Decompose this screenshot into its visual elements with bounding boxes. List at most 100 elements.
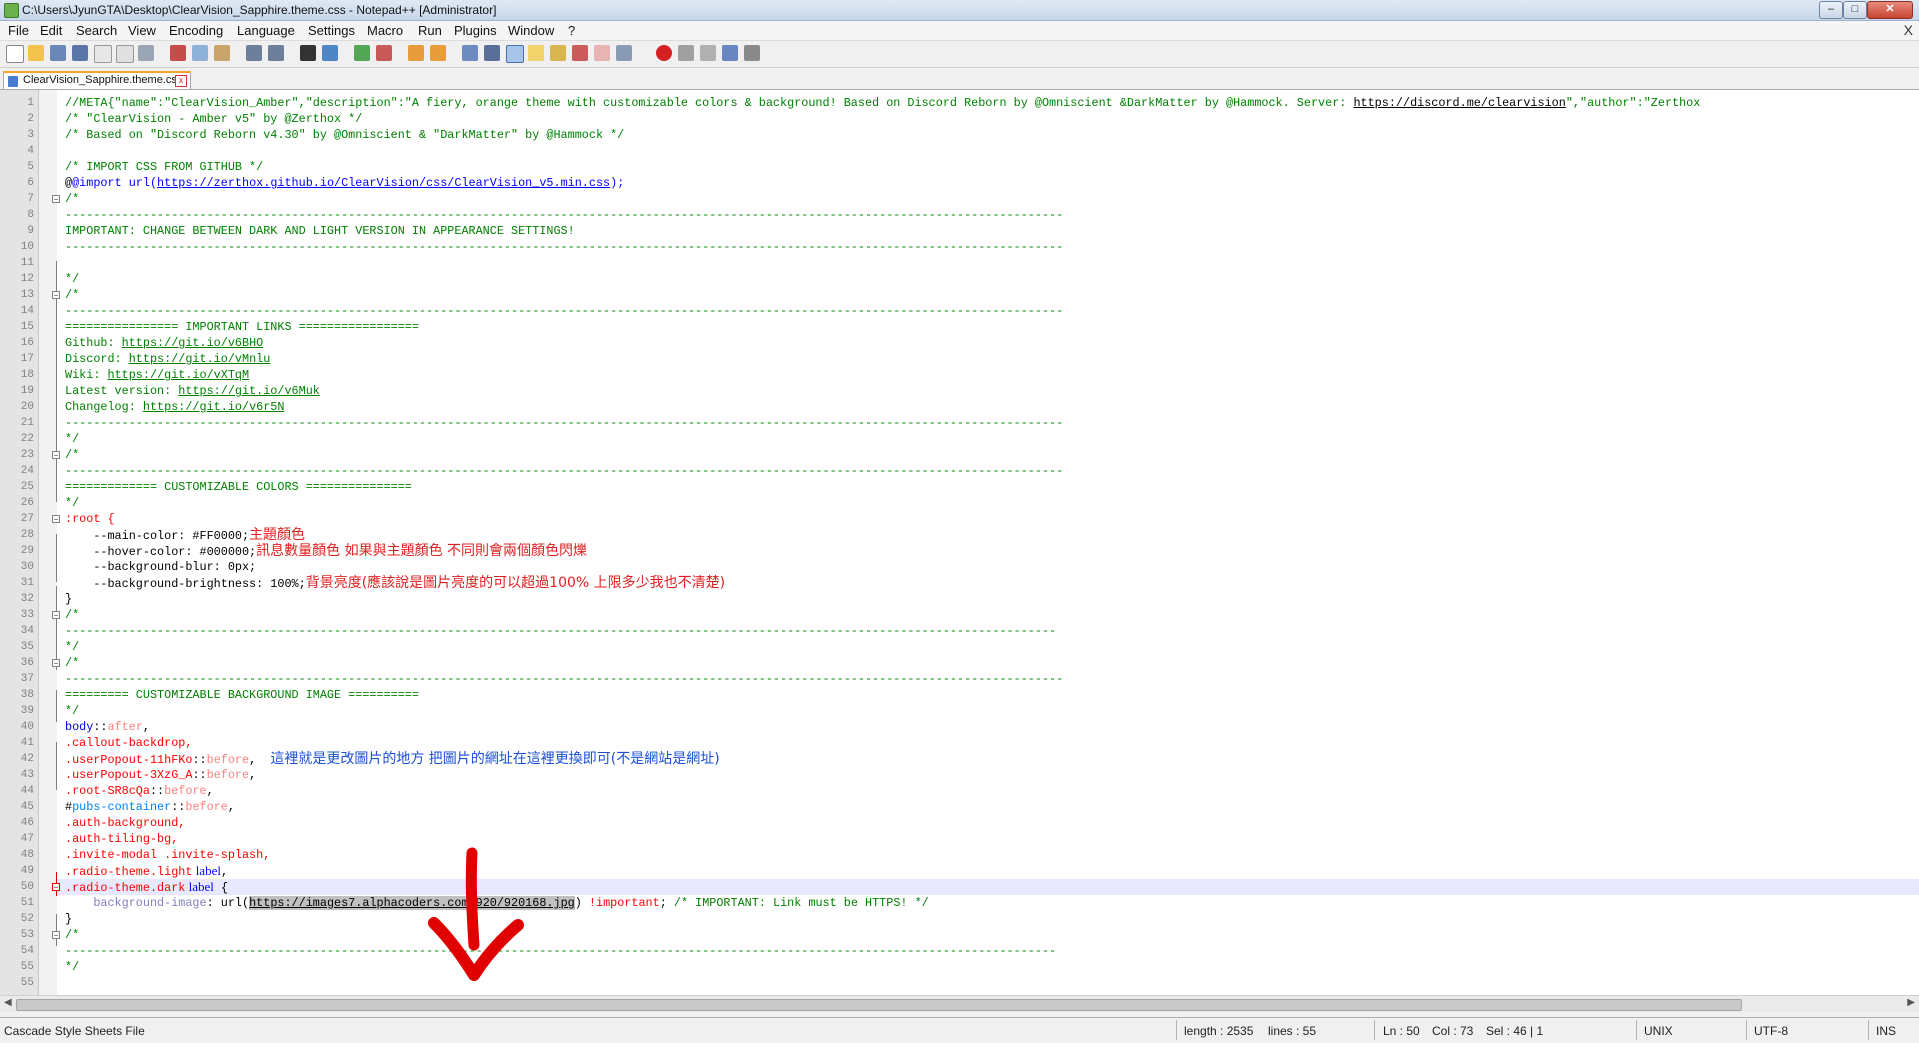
menu-encoding[interactable]: Encoding bbox=[169, 23, 223, 38]
code-line: /* bbox=[65, 288, 80, 302]
code-line: --background-brightness: 100%;背景亮度(應該說是圖… bbox=[65, 575, 725, 592]
indent-guide-icon[interactable] bbox=[506, 45, 524, 63]
udl-icon[interactable] bbox=[528, 45, 544, 61]
fold-toggle-icon[interactable]: − bbox=[52, 451, 60, 460]
all-chars-icon[interactable] bbox=[484, 45, 500, 61]
code-line: } bbox=[65, 912, 73, 926]
copy-icon[interactable] bbox=[192, 45, 208, 61]
paste-icon[interactable] bbox=[214, 45, 230, 61]
code-line: :root { bbox=[65, 512, 115, 526]
code-line: --main-color: #FF0000;主題顏色 bbox=[65, 527, 305, 544]
close-all-icon[interactable] bbox=[116, 45, 134, 63]
monitor-icon[interactable] bbox=[616, 45, 632, 61]
code-link[interactable]: https://git.io/v6r5N bbox=[143, 400, 285, 414]
menu-help[interactable]: ? bbox=[568, 23, 575, 38]
line-number: 20 bbox=[20, 401, 34, 413]
menu-macro[interactable]: Macro bbox=[367, 23, 403, 38]
window-close-button[interactable]: ✕ bbox=[1867, 1, 1913, 19]
fold-toggle-icon[interactable]: − bbox=[52, 883, 60, 892]
fold-toggle-icon[interactable]: − bbox=[52, 659, 60, 668]
code-link[interactable]: https://git.io/v6Muk bbox=[178, 384, 320, 398]
zoom-out-icon[interactable] bbox=[376, 45, 392, 61]
code-line: /* Based on "Discord Reborn v4.30" by @O… bbox=[65, 128, 625, 142]
fold-toggle-icon[interactable]: − bbox=[52, 291, 60, 300]
line-number: 54 bbox=[20, 945, 34, 957]
code-link[interactable]: https://git.io/v6BHO bbox=[122, 336, 264, 350]
undo-icon[interactable] bbox=[246, 45, 262, 61]
annotation-brightness: 背景亮度(應該說是圖片亮度的可以超過100% 上限多少我也不清楚) bbox=[305, 575, 726, 591]
open-icon[interactable] bbox=[28, 45, 44, 61]
tab-close-icon[interactable]: x bbox=[175, 75, 187, 87]
play-macro-icon[interactable] bbox=[700, 45, 716, 61]
menu-file[interactable]: File bbox=[8, 23, 29, 38]
save-icon[interactable] bbox=[50, 45, 66, 61]
close-document-icon[interactable]: X bbox=[1904, 22, 1913, 38]
status-encoding: UTF-8 bbox=[1754, 1024, 1788, 1038]
scrollbar-thumb[interactable] bbox=[16, 999, 1742, 1011]
scroll-left-icon[interactable]: ◀ bbox=[4, 997, 12, 1008]
new-file-icon[interactable] bbox=[6, 45, 24, 63]
doc-map-icon[interactable] bbox=[550, 45, 566, 61]
code-link[interactable]: https://zerthox.github.io/ClearVision/cs… bbox=[157, 176, 610, 190]
code-text: before bbox=[185, 800, 228, 814]
menu-window[interactable]: Window bbox=[508, 23, 554, 38]
line-number: 38 bbox=[20, 689, 34, 701]
line-number: 30 bbox=[20, 561, 34, 573]
redo-icon[interactable] bbox=[268, 45, 284, 61]
cut-icon[interactable] bbox=[170, 45, 186, 61]
line-number: 49 bbox=[20, 865, 34, 877]
status-mode: INS bbox=[1876, 1024, 1897, 1038]
code-link[interactable]: https://git.io/vMnlu bbox=[129, 352, 271, 366]
code-line: */ bbox=[65, 640, 80, 654]
save-all-icon[interactable] bbox=[72, 45, 88, 61]
sync-h-icon[interactable] bbox=[430, 45, 446, 61]
menu-run[interactable]: Run bbox=[418, 23, 442, 38]
code-text: pubs-container bbox=[72, 800, 172, 814]
code-link[interactable]: https://git.io/vXTqM bbox=[107, 368, 249, 382]
save-macro-icon[interactable] bbox=[744, 45, 760, 61]
run-macro-multiple-icon[interactable] bbox=[722, 45, 738, 61]
folder-workspace-icon[interactable] bbox=[594, 45, 610, 61]
fold-toggle-icon[interactable]: − bbox=[52, 195, 60, 204]
code-text: //META{"name":"ClearVision_Amber","descr… bbox=[65, 96, 1354, 110]
code-text: :: bbox=[93, 720, 108, 734]
menu-search[interactable]: Search bbox=[76, 23, 117, 38]
record-macro-icon[interactable] bbox=[656, 45, 672, 61]
line-number: 44 bbox=[20, 785, 34, 797]
horizontal-scrollbar[interactable]: ◀ ▶ bbox=[0, 995, 1919, 1012]
function-list-icon[interactable] bbox=[572, 45, 588, 61]
fold-toggle-icon[interactable]: − bbox=[52, 611, 60, 620]
code-line: .userPopout-3XzG_A::before, bbox=[65, 767, 256, 783]
scroll-right-icon[interactable]: ▶ bbox=[1907, 997, 1915, 1008]
code-line: /* bbox=[65, 656, 80, 670]
code-text: , bbox=[142, 720, 150, 734]
sync-v-icon[interactable] bbox=[408, 45, 424, 61]
line-number: 22 bbox=[20, 433, 34, 445]
line-number: 31 bbox=[20, 577, 34, 589]
replace-icon[interactable] bbox=[322, 45, 338, 61]
code-link[interactable]: https://discord.me/clearvision bbox=[1353, 96, 1565, 110]
maximize-button[interactable]: □ bbox=[1843, 1, 1867, 19]
menu-bar: File Edit Search View Encoding Language … bbox=[0, 21, 1919, 41]
fold-toggle-icon[interactable]: − bbox=[52, 515, 60, 524]
menu-plugins[interactable]: Plugins bbox=[454, 23, 497, 38]
stop-macro-icon[interactable] bbox=[678, 45, 694, 61]
zoom-in-icon[interactable] bbox=[354, 45, 370, 61]
editor[interactable]: 1 //META{"name":"ClearVision_Amber","desc… bbox=[0, 90, 1919, 996]
code-line: /* bbox=[65, 448, 80, 462]
print-icon[interactable] bbox=[138, 45, 154, 61]
tab-clearvision-sapphire[interactable]: ClearVision_Sapphire.theme.css x bbox=[3, 71, 191, 89]
code-text: @import url( bbox=[72, 176, 158, 190]
menu-view[interactable]: View bbox=[128, 23, 156, 38]
menu-language[interactable]: Language bbox=[237, 23, 295, 38]
code-text: .root-SR8cQa bbox=[65, 784, 150, 798]
code-text: , bbox=[227, 800, 235, 814]
minimize-button[interactable]: – bbox=[1819, 1, 1843, 19]
menu-settings[interactable]: Settings bbox=[308, 23, 355, 38]
status-file-type: Cascade Style Sheets File bbox=[4, 1024, 145, 1038]
word-wrap-icon[interactable] bbox=[462, 45, 478, 61]
fold-toggle-icon[interactable]: − bbox=[52, 931, 60, 940]
menu-edit[interactable]: Edit bbox=[40, 23, 62, 38]
close-icon[interactable] bbox=[94, 45, 112, 63]
find-icon[interactable] bbox=[300, 45, 316, 61]
